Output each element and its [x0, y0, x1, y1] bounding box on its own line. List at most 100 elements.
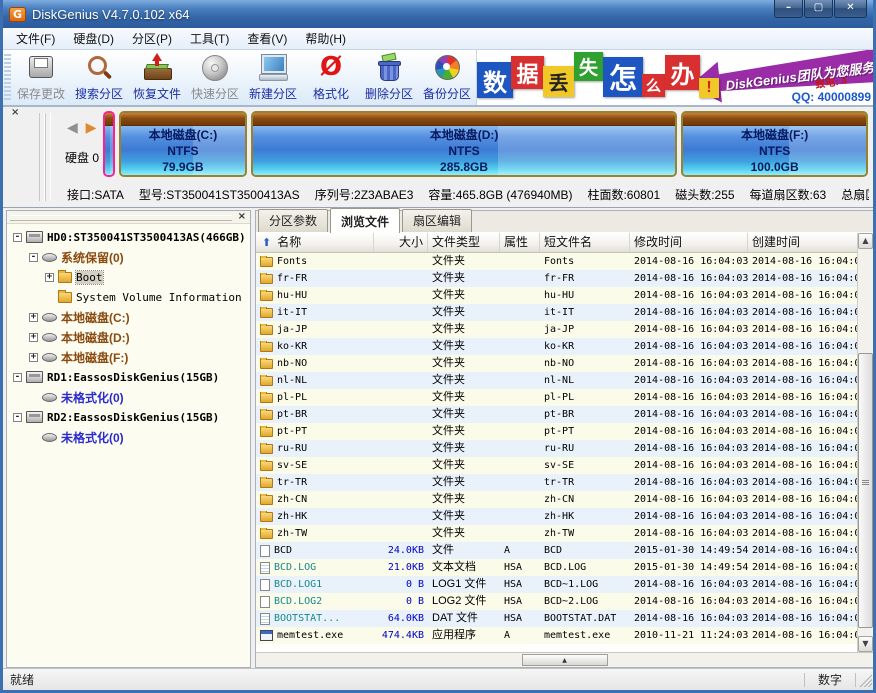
table-row[interactable]: pt-PT文件夹pt-PT2014-08-16 16:04:032014-08-… — [256, 423, 857, 440]
file-modified-time: 2014-08-16 16:04:03 — [630, 406, 748, 423]
table-row[interactable]: BCD.LOG10 BLOG1 文件HSABCD~1.LOG2014-08-16… — [256, 576, 857, 593]
toolbar-button-floppy[interactable]: 保存更改 — [12, 50, 70, 105]
table-row[interactable]: zh-CN文件夹zh-CN2014-08-16 16:04:032014-08-… — [256, 491, 857, 508]
table-row[interactable]: it-IT文件夹it-IT2014-08-16 16:04:032014-08-… — [256, 304, 857, 321]
toolbar-button-format[interactable]: Ø格式化 — [302, 50, 360, 105]
expander-icon[interactable]: + — [29, 353, 38, 362]
table-row[interactable]: BCD.LOG21.0KB文本文档HSABCD.LOG2015-01-30 14… — [256, 559, 857, 576]
table-row[interactable]: zh-HK文件夹zh-HK2014-08-16 16:04:032014-08-… — [256, 508, 857, 525]
title-bar[interactable]: G DiskGenius V4.7.0.102 x64 – ▢ ✕ — [3, 0, 873, 28]
menu-item[interactable]: 查看(V) — [238, 28, 296, 49]
menu-item[interactable]: 帮助(H) — [296, 28, 355, 49]
ad-banner[interactable]: DiskGenius团队为您服务 致电: 4 QQ: 40000899 数据丢失… — [476, 50, 873, 105]
tree-item[interactable]: + 本地磁盘(F:) — [7, 347, 250, 367]
menu-item[interactable]: 工具(T) — [181, 28, 238, 49]
tree-item-label: 本地磁盘(F:) — [61, 349, 128, 366]
tree-item[interactable]: -RD1:EassosDiskGenius(15GB) — [7, 367, 250, 387]
table-row[interactable]: pt-BR文件夹pt-BR2014-08-16 16:04:032014-08-… — [256, 406, 857, 423]
partition-block[interactable] — [103, 111, 115, 177]
table-row[interactable]: nl-NL文件夹nl-NL2014-08-16 16:04:032014-08-… — [256, 372, 857, 389]
expander-icon[interactable]: - — [13, 373, 22, 382]
minimize-button[interactable]: – — [774, 0, 803, 18]
expander-icon[interactable]: + — [29, 313, 38, 322]
table-row[interactable]: hu-HU文件夹hu-HU2014-08-16 16:04:032014-08-… — [256, 287, 857, 304]
tree-item[interactable]: -系统保留(0) — [7, 247, 250, 267]
tree-item[interactable]: +本地磁盘(C:) — [7, 307, 250, 327]
status-separator — [804, 673, 805, 687]
table-row[interactable]: fr-FR文件夹fr-FR2014-08-16 16:04:032014-08-… — [256, 270, 857, 287]
expander-icon[interactable]: - — [13, 233, 22, 242]
tree-item[interactable]: +Boot — [7, 267, 250, 287]
tree-item[interactable]: 未格式化(0) — [7, 387, 250, 407]
expander-icon[interactable]: - — [13, 413, 22, 422]
file-created-time: 2014-08-16 16:04:03 — [748, 423, 857, 440]
expander-icon[interactable]: - — [29, 253, 38, 262]
tab-分区参数[interactable]: 分区参数 — [258, 209, 328, 232]
scroll-thumb[interactable] — [858, 353, 873, 628]
table-row[interactable]: tr-TR文件夹tr-TR2014-08-16 16:04:032014-08-… — [256, 474, 857, 491]
table-row[interactable]: BOOTSTAT...64.0KBDAT 文件HSABOOTSTAT.DAT20… — [256, 610, 857, 627]
next-disk-arrow-icon[interactable]: ▶ — [86, 119, 97, 135]
tree-item[interactable]: 未格式化(0) — [7, 427, 250, 447]
scroll-down-icon[interactable]: ▼ — [858, 636, 873, 652]
column-header[interactable]: 修改时间 — [630, 233, 748, 252]
table-row[interactable]: nb-NO文件夹nb-NO2014-08-16 16:04:032014-08-… — [256, 355, 857, 372]
file-size: 21.0KB — [374, 559, 428, 576]
tree-item[interactable]: System Volume Information — [7, 287, 250, 307]
column-header[interactable]: 属性 — [500, 233, 540, 252]
table-row[interactable]: memtest.exe474.4KB应用程序Amemtest.exe2010-1… — [256, 627, 857, 644]
table-row[interactable]: sv-SE文件夹sv-SE2014-08-16 16:04:032014-08-… — [256, 457, 857, 474]
tree-item[interactable]: -HD0:ST350041ST3500413AS(466GB) — [7, 227, 250, 247]
scroll-up-icon[interactable]: ▲ — [858, 233, 873, 249]
close-button[interactable]: ✕ — [834, 0, 867, 18]
toolbar-button-laptop[interactable]: 新建分区 — [244, 50, 302, 105]
toolbar-button-trash[interactable]: 删除分区 — [360, 50, 418, 105]
table-row[interactable]: Fonts文件夹Fonts2014-08-16 16:04:032014-08-… — [256, 253, 857, 270]
column-header[interactable]: 文件类型 — [428, 233, 500, 252]
tree-item[interactable]: +本地磁盘(D:) — [7, 327, 250, 347]
toolbar-button-recover[interactable]: 恢复文件 — [128, 50, 186, 105]
file-name: sv-SE — [277, 460, 307, 471]
partition-block[interactable]: 本地磁盘(D:)NTFS285.8GB — [251, 111, 677, 177]
toolbar-button-search[interactable]: 搜索分区 — [70, 50, 128, 105]
column-header[interactable]: 创建时间 — [748, 233, 857, 252]
table-row[interactable]: ru-RU文件夹ru-RU2014-08-16 16:04:032014-08-… — [256, 440, 857, 457]
table-row[interactable]: ja-JP文件夹ja-JP2014-08-16 16:04:032014-08-… — [256, 321, 857, 338]
vertical-scrollbar[interactable]: ▲ ▼ — [857, 233, 873, 652]
expander-icon[interactable]: + — [45, 273, 54, 282]
prev-disk-arrow-icon[interactable]: ◀ — [67, 119, 78, 135]
column-header[interactable]: ⬆名称 — [256, 233, 374, 252]
resize-grip-icon[interactable] — [858, 673, 872, 687]
tree-close-icon[interactable]: × — [238, 211, 246, 223]
partition-block[interactable]: 本地磁盘(C:)NTFS79.9GB — [119, 111, 247, 177]
column-header[interactable]: 大小 — [374, 233, 428, 252]
file-name-cell: it-IT — [256, 307, 374, 318]
tab-扇区编辑[interactable]: 扇区编辑 — [402, 209, 472, 232]
scroll-track[interactable] — [858, 249, 873, 636]
toolbar-button-pie[interactable]: 备份分区 — [418, 50, 476, 105]
table-row[interactable]: BCD24.0KB文件ABCD2015-01-30 14:49:542014-0… — [256, 542, 857, 559]
expander-icon[interactable]: + — [29, 333, 38, 342]
table-row[interactable]: ko-KR文件夹ko-KR2014-08-16 16:04:032014-08-… — [256, 338, 857, 355]
partition-block[interactable]: 本地磁盘(F:)NTFS100.0GB — [681, 111, 868, 177]
file-name-cell: ru-RU — [256, 443, 374, 454]
tree-item[interactable]: -RD2:EassosDiskGenius(15GB) — [7, 407, 250, 427]
menu-item[interactable]: 文件(F) — [7, 28, 64, 49]
menu-item[interactable]: 分区(P) — [123, 28, 181, 49]
maximize-button[interactable]: ▢ — [804, 0, 833, 18]
horizontal-scrollbar[interactable]: ▲ — [256, 652, 873, 667]
file-name: hu-HU — [277, 290, 307, 301]
menu-item[interactable]: 硬盘(D) — [64, 28, 123, 49]
file-name-cell: Fonts — [256, 256, 374, 267]
file-lines-icon — [260, 562, 270, 574]
toolbar-button-disc[interactable]: 快速分区 — [186, 50, 244, 105]
table-row[interactable]: BCD.LOG20 BLOG2 文件HSABCD~2.LOG2014-08-16… — [256, 593, 857, 610]
up-level-icon[interactable]: ⬆ — [262, 237, 271, 249]
panel-close-icon[interactable]: × — [11, 108, 19, 118]
table-row[interactable]: pl-PL文件夹pl-PL2014-08-16 16:04:032014-08-… — [256, 389, 857, 406]
table-row[interactable]: zh-TW文件夹zh-TW2014-08-16 16:04:032014-08-… — [256, 525, 857, 542]
hscroll-thumb[interactable]: ▲ — [522, 654, 608, 666]
column-header[interactable]: 短文件名 — [540, 233, 630, 252]
tab-浏览文件[interactable]: 浏览文件 — [330, 208, 400, 233]
file-type: 应用程序 — [428, 627, 500, 644]
